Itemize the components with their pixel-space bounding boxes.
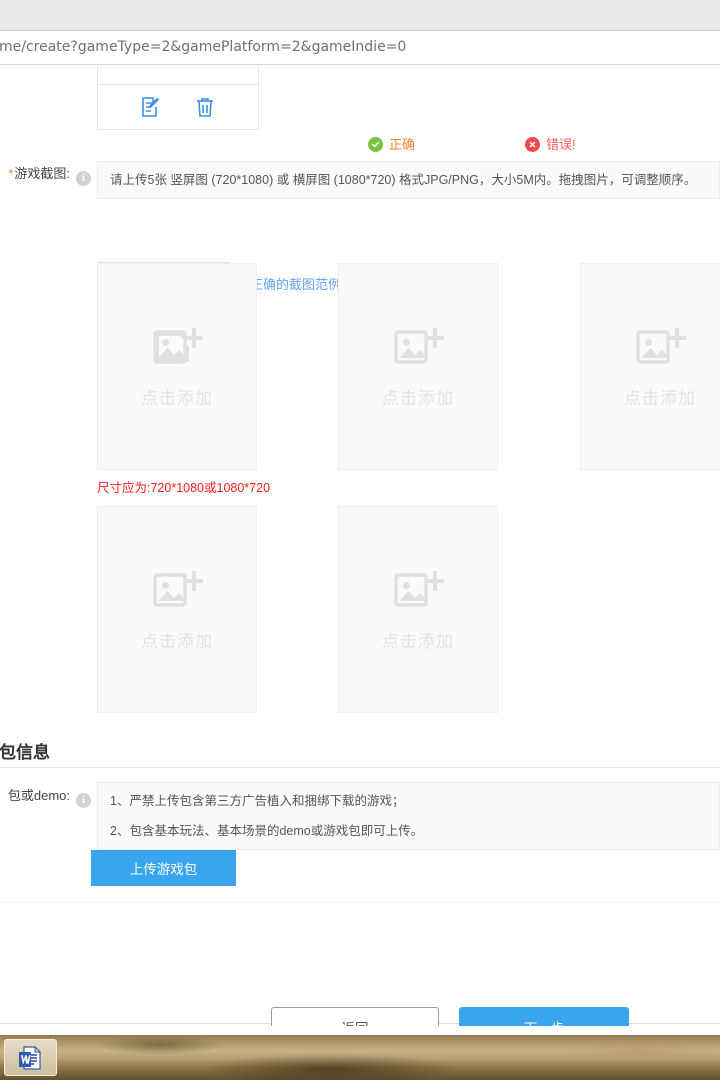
info-icon[interactable]: i (76, 793, 91, 808)
check-circle-icon (368, 137, 383, 152)
screenshot-label-text: 游戏截图: (14, 166, 70, 181)
image-add-icon (392, 567, 444, 613)
legend-error-label: 错误! (546, 138, 576, 151)
edit-document-icon[interactable] (139, 95, 163, 119)
legend-error: 错误! (525, 137, 576, 152)
screenshot-label: *游戏截图: i (0, 163, 91, 186)
upload-package-button[interactable]: 上传游戏包 (91, 850, 236, 886)
package-label-text: 包或demo: (8, 788, 70, 803)
image-add-icon (392, 324, 444, 370)
table-action-cell (97, 66, 259, 130)
footer-action-bar (0, 902, 720, 1024)
image-add-icon (151, 567, 203, 613)
image-add-icon (151, 324, 203, 370)
required-marker: * (8, 166, 13, 181)
screenshot-placeholder-label: 点击添加 (382, 627, 454, 652)
package-section-heading: 包信息 (0, 738, 50, 763)
next-step-button[interactable]: 下一步 (459, 1007, 629, 1026)
word-icon (17, 1044, 45, 1072)
legend-correct: 正确 (368, 137, 415, 152)
screenshot-placeholder-label: 点击添加 (624, 384, 696, 409)
browser-toolbar (0, 0, 720, 31)
trash-icon[interactable] (193, 95, 217, 119)
image-add-icon (634, 324, 686, 370)
screenshot-placeholder-1[interactable]: 点击添加 (97, 263, 257, 470)
x-circle-icon (525, 137, 540, 152)
screenshot-placeholder-label: 点击添加 (382, 384, 454, 409)
screenshot-hint-box: 请上传5张 竖屏图 (720*1080) 或 横屏图 (1080*720) 格式… (97, 161, 720, 199)
package-section-rule (0, 767, 720, 768)
screenshot-placeholder-label: 点击添加 (141, 384, 213, 409)
page-viewport: 正确 错误! *游戏截图: i 请上传5张 竖屏图 (720*1080) 或 横屏… (0, 66, 720, 1026)
legend-correct-label: 正确 (389, 138, 415, 151)
package-rule-2: 2、包含基本玩法、基本场景的demo或游戏包即可上传。 (110, 821, 707, 841)
table-row-actions (98, 85, 258, 129)
screenshot-size-error: 尺寸应为:720*1080或1080*720 (97, 477, 270, 496)
screenshot-placeholder-5[interactable]: 点击添加 (338, 506, 498, 713)
info-icon[interactable]: i (76, 171, 91, 186)
screenshot-placeholder-3[interactable]: 点击添加 (580, 263, 720, 470)
screenshot-placeholder-label: 点击添加 (141, 627, 213, 652)
screenshot-placeholder-4[interactable]: 点击添加 (97, 506, 257, 713)
screenshot-hint-text: 请上传5张 竖屏图 (720*1080) 或 横屏图 (1080*720) 格式… (110, 170, 707, 190)
browser-address-bar[interactable]: me/create?gameType=2&gamePlatform=2&game… (0, 32, 720, 65)
package-rule-1: 1、严禁上传包含第三方广告植入和捆绑下载的游戏； (110, 791, 707, 811)
package-rules-box: 1、严禁上传包含第三方广告植入和捆绑下载的游戏； 2、包含基本玩法、基本场景的d… (97, 782, 720, 850)
back-button[interactable]: 返回 (271, 1007, 439, 1026)
taskbar-item-word[interactable] (4, 1039, 57, 1076)
screenshot-placeholder-2[interactable]: 点击添加 (338, 263, 498, 470)
sample-screenshot-link[interactable]: 正确的截图范例 (250, 274, 341, 293)
package-label: 包或demo: i (0, 785, 91, 808)
os-taskbar (0, 1035, 720, 1080)
url-text: me/create?gameType=2&gamePlatform=2&game… (0, 39, 406, 55)
